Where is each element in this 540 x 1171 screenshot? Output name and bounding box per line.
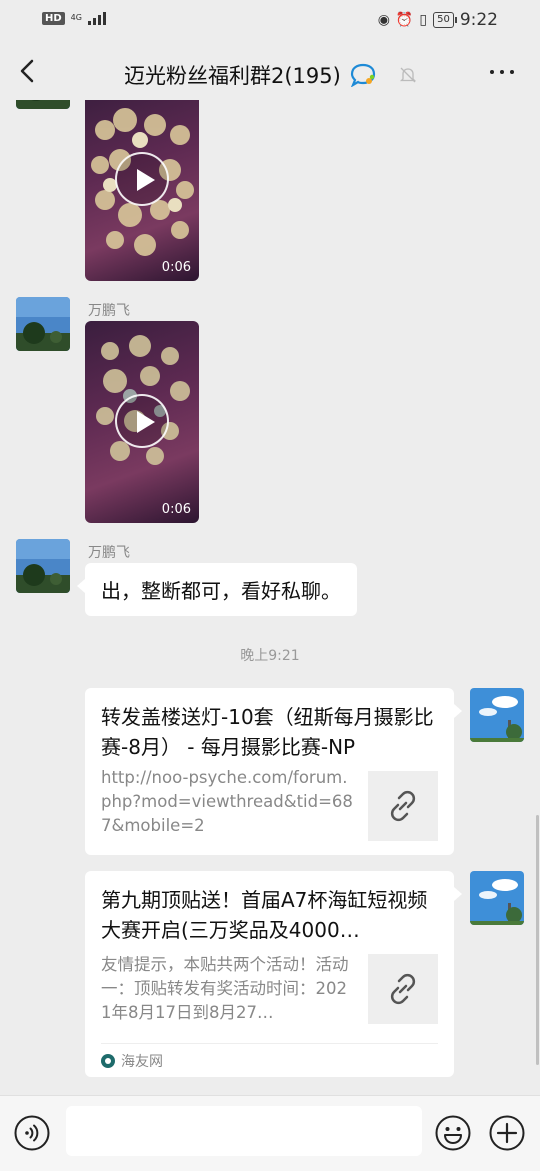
network-label: 4G [70, 13, 82, 22]
source-name: 海友网 [121, 1054, 163, 1070]
link-card-title: 第九期顶贴送！首届A7杯海缸短视频大赛开启(三万奖品及4000… [101, 888, 428, 942]
my-avatar[interactable] [470, 871, 524, 925]
status-time: 9:22 [459, 10, 498, 30]
group-chat-icon[interactable] [349, 63, 377, 87]
eye-icon: ◉ [377, 12, 390, 28]
sender-name: 万鹏飞 [88, 545, 130, 561]
source-logo-icon [101, 1054, 115, 1068]
input-bar [0, 1095, 540, 1171]
play-icon[interactable] [115, 394, 169, 448]
back-icon[interactable] [14, 57, 42, 85]
link-card-thumbnail [368, 954, 438, 1024]
link-card[interactable]: 第九期顶贴送！首届A7杯海缸短视频大赛开启(三万奖品及4000… 友情提示，本贴… [85, 871, 462, 1077]
message-list[interactable]: 0:06 万鹏飞 0:06 万鹏飞 出，整断都可，看好私聊。 晚上9:21 转发… [0, 100, 540, 1095]
video-message[interactable]: 0:06 [85, 100, 199, 281]
video-message[interactable]: 0:06 [85, 321, 199, 523]
link-card-title: 转发盖楼送灯-10套（纽斯每月摄影比赛-8月） - 每月摄影比赛-NP [101, 705, 434, 759]
battery-icon: 50 [433, 12, 457, 28]
link-source: 海友网 [101, 1051, 163, 1071]
sender-name: 万鹏飞 [88, 303, 130, 319]
link-icon [390, 790, 416, 822]
more-icon[interactable] [490, 70, 514, 74]
plus-icon[interactable] [489, 1115, 525, 1151]
title-group: 迈光粉丝福利群2(195) [124, 60, 417, 90]
page-title: 迈光粉丝福利群2(195) [124, 64, 341, 88]
voice-icon[interactable] [14, 1115, 50, 1151]
status-bar: HD 4G ◉ ⏰ ▯ 50 9:22 [0, 0, 540, 40]
emoji-icon[interactable] [435, 1115, 471, 1151]
signal-icon [87, 11, 106, 25]
my-avatar[interactable] [470, 688, 524, 742]
play-icon[interactable] [115, 152, 169, 206]
scrollbar[interactable] [536, 815, 539, 1065]
video-duration: 0:06 [161, 260, 191, 275]
link-card-thumbnail [368, 771, 438, 841]
link-icon [390, 973, 416, 1005]
message-timestamp: 晚上9:21 [240, 648, 300, 664]
divider [101, 1043, 438, 1044]
alarm-icon: ⏰ [395, 12, 414, 28]
message-input[interactable] [66, 1106, 422, 1156]
hd-badge: HD [42, 11, 65, 25]
vibrate-icon: ▯ [419, 12, 428, 28]
video-duration: 0:06 [161, 502, 191, 517]
avatar[interactable] [16, 100, 70, 109]
text-message[interactable]: 出，整断都可，看好私聊。 [77, 563, 357, 616]
link-card-description: http://noo-psyche.com/forum.php?mod=view… [101, 768, 353, 835]
mute-bell-icon [399, 67, 416, 83]
avatar[interactable] [16, 297, 70, 351]
avatar[interactable] [16, 539, 70, 593]
link-card[interactable]: 转发盖楼送灯-10套（纽斯每月摄影比赛-8月） - 每月摄影比赛-NP http… [85, 688, 462, 855]
title-bar: 迈光粉丝福利群2(195) [0, 40, 540, 106]
link-card-description: 友情提示，本贴共两个活动！活动一：顶贴转发有奖活动时间：2021年8月17日到8… [101, 955, 349, 1022]
